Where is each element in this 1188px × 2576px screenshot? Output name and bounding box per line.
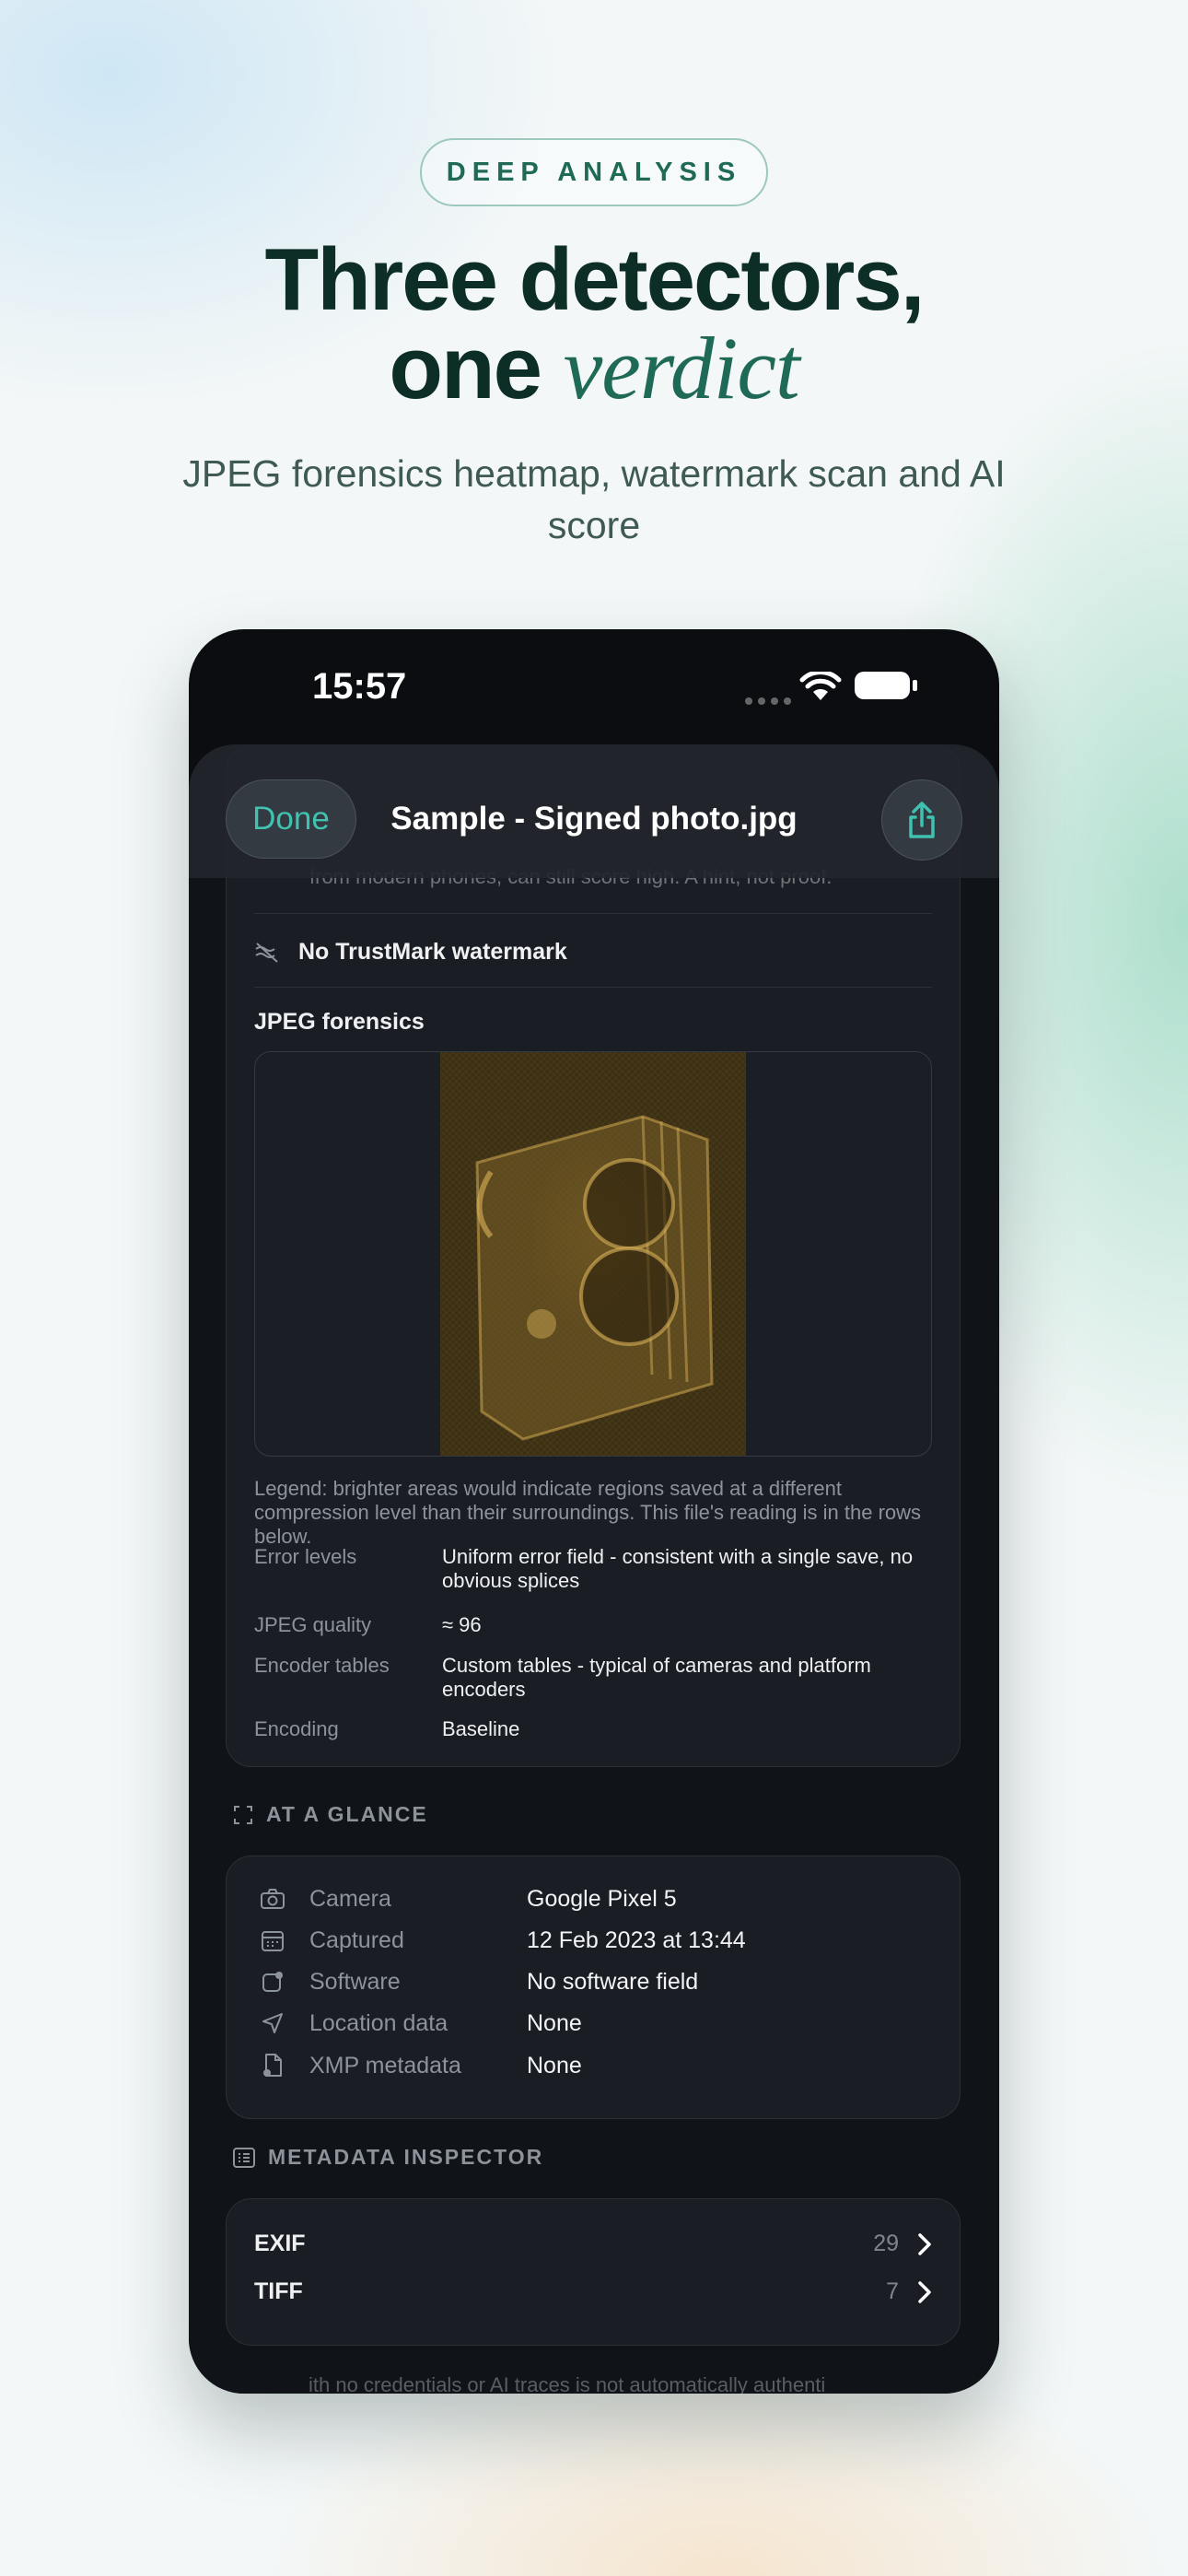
camera-heatmap-drawing	[475, 1115, 714, 1441]
metadata-count: 7	[886, 2278, 899, 2304]
share-icon	[909, 802, 935, 838]
status-time: 15:57	[312, 666, 407, 707]
done-button[interactable]: Done	[226, 779, 356, 859]
glance-row-camera: Camera Google Pixel 5	[258, 1884, 677, 1914]
metadata-inspector-card: EXIF 29 TIFF 7	[226, 2198, 961, 2346]
phone-frame: 15:57 Done Sample - Signed photo.jpg fro…	[189, 629, 999, 2394]
navigation-bar: Done Sample - Signed photo.jpg	[189, 744, 999, 878]
chevron-right-icon	[918, 2280, 931, 2303]
share-button[interactable]	[881, 779, 962, 861]
glance-key: Camera	[309, 1885, 391, 1912]
glance-row-software: Software No software field	[258, 1967, 698, 1996]
at-a-glance-card: Camera Google Pixel 5 Captured 12 Feb 20…	[226, 1856, 961, 2119]
forensics-key: Error levels	[254, 1545, 357, 1568]
no-watermark-icon	[255, 942, 278, 963]
glance-value: No software field	[527, 1968, 699, 1995]
glance-row-captured: Captured 12 Feb 2023 at 13:44	[258, 1926, 746, 1955]
forensics-value: Custom tables - typical of cameras and p…	[442, 1654, 871, 1701]
glance-row-location: Location data None	[258, 2008, 582, 2038]
glance-value: None	[527, 2052, 582, 2078]
location-icon	[258, 2008, 287, 2038]
forensics-key: Encoding	[254, 1717, 339, 1740]
forensics-value: Baseline	[442, 1717, 520, 1740]
forensics-row: Encoder tables Custom tables - typical o…	[254, 1654, 936, 1702]
headline: Three detectors, one verdict	[0, 236, 1188, 413]
headline-line-2: one verdict	[0, 324, 1188, 413]
chevron-right-icon	[918, 2232, 931, 2255]
trustmark-row: No TrustMark watermark	[254, 939, 567, 966]
glance-value: 12 Feb 2023 at 13:44	[527, 1926, 746, 1953]
headline-word-verdict: verdict	[563, 319, 800, 417]
jpeg-forensics-title: JPEG forensics	[254, 1009, 425, 1035]
metadata-count: 29	[873, 2231, 899, 2256]
battery-icon	[855, 672, 910, 699]
forensics-row: Encoding Baseline	[254, 1717, 936, 1741]
software-icon	[258, 1967, 287, 1996]
forensics-value: ≈ 96	[442, 1613, 482, 1636]
glance-row-xmp: XMP metadata None	[258, 2051, 582, 2080]
glance-key: Captured	[309, 1926, 404, 1953]
metadata-key: EXIF	[254, 2231, 306, 2256]
metadata-key: TIFF	[254, 2278, 303, 2304]
forensics-legend: Legend: brighter areas would indicate re…	[254, 1477, 922, 1548]
headline-line-1: Three detectors,	[264, 230, 926, 329]
forensics-heatmap	[254, 1051, 932, 1457]
forensics-row: Error levels Uniform error field - consi…	[254, 1545, 936, 1593]
forensics-row: JPEG quality ≈ 96	[254, 1613, 936, 1637]
at-a-glance-heading: AT A GLANCE	[233, 1802, 428, 1827]
headline-word-one: one	[389, 319, 542, 417]
forensics-value: Uniform error field - consistent with a …	[442, 1545, 914, 1592]
xmp-file-icon	[258, 2051, 287, 2080]
at-a-glance-title: AT A GLANCE	[266, 1802, 428, 1826]
glance-key: XMP metadata	[309, 2052, 461, 2078]
subtitle: JPEG forensics heatmap, watermark scan a…	[182, 452, 1006, 546]
wifi-icon	[799, 672, 842, 700]
camera-icon	[258, 1884, 287, 1914]
metadata-row-exif[interactable]: EXIF 29	[254, 2231, 932, 2257]
signal-dots-icon	[745, 697, 791, 705]
calendar-icon	[258, 1926, 287, 1955]
glance-value: Google Pixel 5	[527, 1885, 677, 1912]
section-pill: DEEP ANALYSIS	[420, 138, 768, 206]
inspector-list-icon	[233, 2147, 255, 2168]
battery-tip	[913, 680, 917, 691]
divider	[254, 987, 932, 988]
scrolled-text-bottom: ith no credentials or AI traces is not a…	[309, 2373, 826, 2394]
glance-key: Software	[309, 1968, 401, 1995]
divider	[254, 913, 932, 914]
trustmark-label: No TrustMark watermark	[298, 939, 567, 965]
metadata-inspector-heading: METADATA INSPECTOR	[233, 2145, 543, 2170]
analysis-sheet[interactable]: Done Sample - Signed photo.jpg from mode…	[189, 744, 999, 2394]
metadata-row-tiff[interactable]: TIFF 7	[254, 2278, 932, 2305]
nav-title: Sample - Signed photo.jpg	[390, 801, 798, 837]
forensics-key: Encoder tables	[254, 1654, 390, 1677]
forensics-key: JPEG quality	[254, 1613, 372, 1636]
analysis-card: from modern phones, can still score high…	[226, 744, 961, 1767]
metadata-inspector-title: METADATA INSPECTOR	[268, 2145, 544, 2169]
heatmap-image	[440, 1052, 746, 1456]
glance-value: None	[527, 2009, 582, 2036]
glance-key: Location data	[309, 2009, 448, 2036]
scan-frame-icon	[234, 1805, 252, 1824]
